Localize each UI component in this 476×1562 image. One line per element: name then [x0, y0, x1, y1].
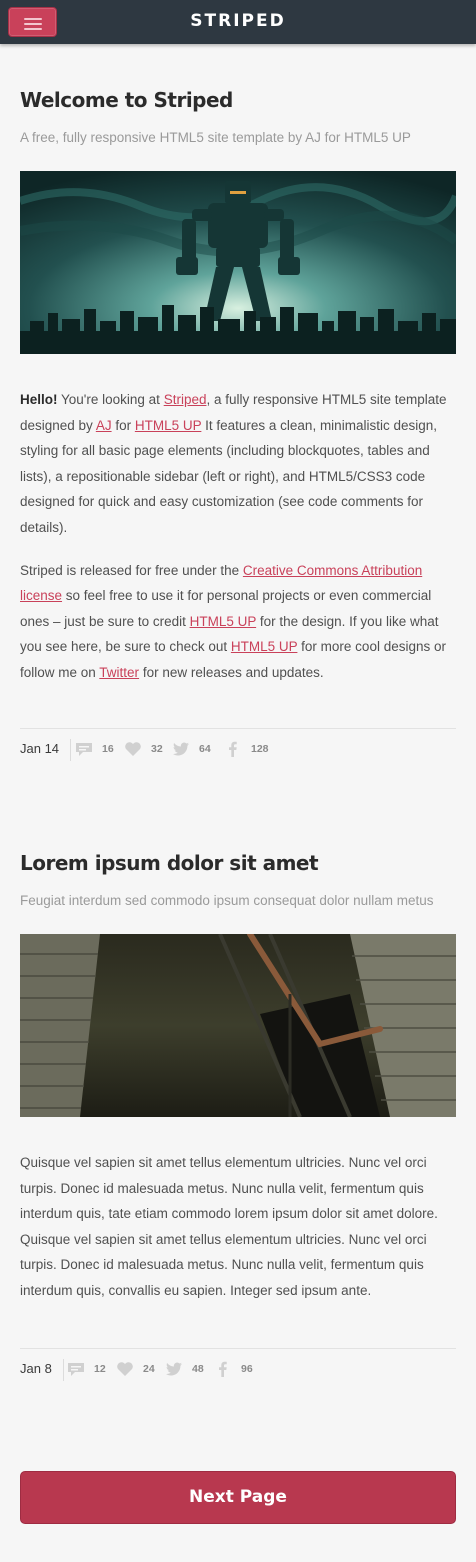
- tweets-number: 64: [199, 743, 211, 755]
- likes-count[interactable]: 32: [124, 741, 163, 757]
- likes-count[interactable]: 24: [116, 1361, 155, 1377]
- post-image-robot[interactable]: [20, 171, 456, 354]
- post-date: Jan 8: [20, 1361, 52, 1376]
- post-subtitle: A free, fully responsive HTML5 site temp…: [20, 130, 411, 145]
- html5up-link[interactable]: HTML5 UP: [231, 639, 298, 654]
- text: It features a clean, minimalistic design…: [20, 417, 437, 535]
- heart-icon: [117, 1362, 133, 1376]
- facebook-icon: [229, 741, 237, 757]
- post-title[interactable]: Lorem ipsum dolor sit amet: [20, 851, 456, 875]
- text: for new releases and updates.: [139, 664, 324, 680]
- aj-link[interactable]: AJ: [96, 418, 112, 433]
- comment-icon: [76, 743, 92, 756]
- comments-count[interactable]: 12: [67, 1361, 106, 1377]
- comments-number: 16: [102, 743, 114, 755]
- post-body: Quisque vel sapien sit amet tellus eleme…: [20, 1150, 456, 1304]
- shares-number: 128: [251, 743, 269, 755]
- post-meta: Jan 14 16 32 64 128: [20, 728, 456, 768]
- twitter-link[interactable]: Twitter: [99, 665, 139, 680]
- next-page-button[interactable]: Next Page: [20, 1471, 456, 1524]
- html5up-link[interactable]: HTML5 UP: [135, 418, 202, 433]
- heart-icon: [125, 742, 141, 756]
- facebook-icon: [219, 1361, 227, 1377]
- post-body: Hello! You're looking at Striped, a full…: [20, 387, 456, 686]
- site-title[interactable]: STRIPED: [0, 11, 476, 31]
- post-lorem: Lorem ipsum dolor sit amet Feugiat inter…: [20, 851, 456, 1321]
- comments-count[interactable]: 16: [75, 741, 114, 757]
- text: for: [111, 417, 135, 433]
- post-paragraph: Quisque vel sapien sit amet tellus eleme…: [20, 1155, 438, 1298]
- text: You're looking at: [57, 392, 164, 407]
- hello-bold: Hello!: [20, 392, 58, 407]
- post-welcome: Welcome to Striped A free, fully respons…: [20, 88, 456, 703]
- post-paragraph: Hello! You're looking at Striped, a full…: [20, 387, 456, 541]
- divider: [63, 1359, 64, 1381]
- shares-count[interactable]: 96: [214, 1361, 253, 1377]
- tweets-count[interactable]: 48: [165, 1361, 204, 1377]
- likes-number: 24: [143, 1363, 155, 1375]
- likes-number: 32: [151, 743, 163, 755]
- divider: [70, 739, 71, 761]
- striped-link[interactable]: Striped: [164, 392, 207, 407]
- comment-icon: [68, 1363, 84, 1376]
- html5up-link[interactable]: HTML5 UP: [190, 614, 257, 629]
- top-bar: STRIPED: [0, 0, 476, 44]
- post-meta: Jan 8 12 24 48 96: [20, 1348, 456, 1388]
- tweets-number: 48: [192, 1363, 204, 1375]
- tweets-count[interactable]: 64: [172, 741, 211, 757]
- comments-number: 12: [94, 1363, 106, 1375]
- shares-count[interactable]: 128: [224, 741, 269, 757]
- robot-city-illustration: [20, 171, 456, 354]
- stairway-photo: [20, 934, 456, 1117]
- post-title[interactable]: Welcome to Striped: [20, 88, 456, 112]
- post-image-stairs[interactable]: [20, 934, 456, 1117]
- twitter-icon: [166, 1362, 182, 1376]
- twitter-icon: [173, 742, 189, 756]
- post-paragraph: Striped is released for free under the C…: [20, 558, 456, 686]
- text: Striped is released for free under the: [20, 562, 243, 578]
- shares-number: 96: [241, 1363, 253, 1375]
- post-date: Jan 14: [20, 741, 60, 756]
- post-subtitle: Feugiat interdum sed commodo ipsum conse…: [20, 893, 434, 908]
